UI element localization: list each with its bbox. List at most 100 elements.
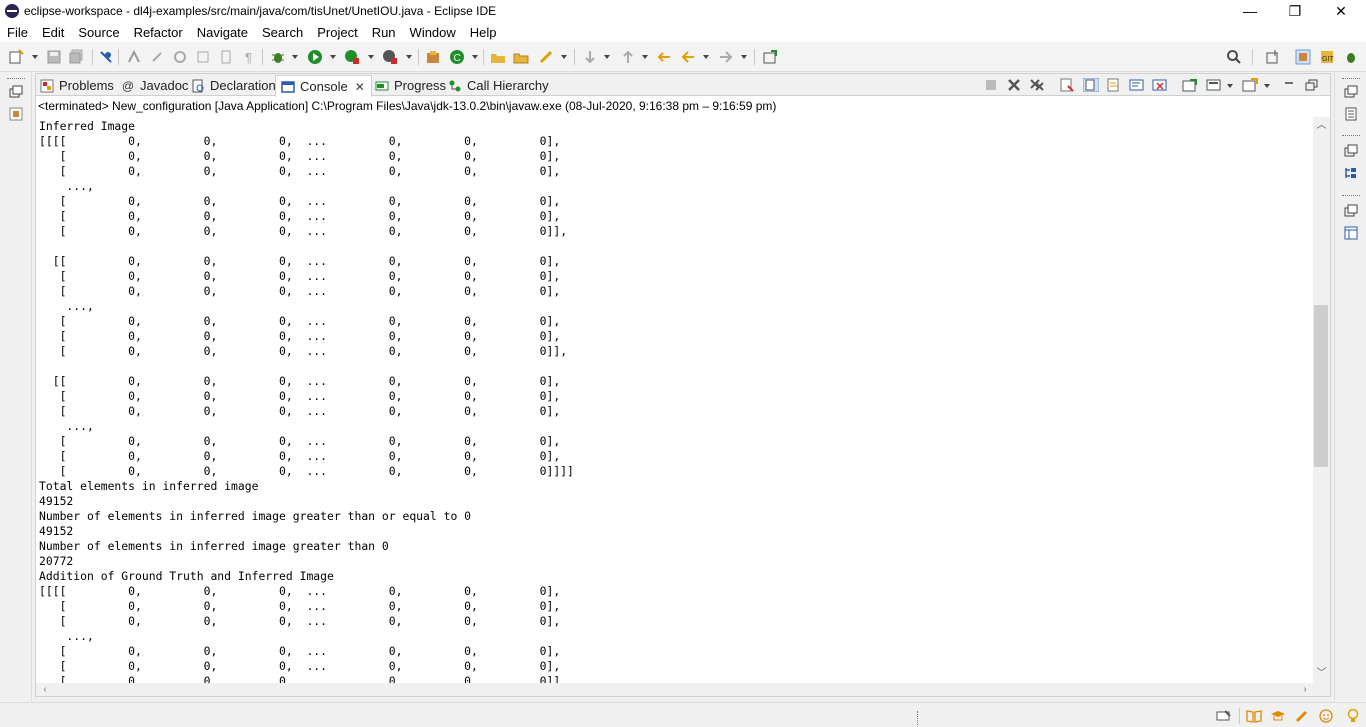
restore-view-icon[interactable] (1344, 204, 1358, 218)
console-horizontal-scrollbar[interactable]: ‹ › (36, 683, 1330, 696)
menu-refactor[interactable]: Refactor (127, 25, 190, 40)
restore-view-icon[interactable] (1344, 144, 1358, 158)
forward-icon[interactable] (718, 49, 734, 65)
remove-all-terminated-icon[interactable] (1029, 78, 1045, 92)
menu-help[interactable]: Help (463, 25, 504, 40)
tab-declaration[interactable]: Declaration (191, 75, 276, 96)
previous-edit-icon[interactable] (620, 49, 636, 65)
clear-console-icon[interactable] (1059, 78, 1075, 92)
git-perspective-icon[interactable]: GIT (1319, 49, 1335, 65)
external-tools-icon[interactable] (382, 49, 398, 65)
smiley-icon[interactable] (1318, 708, 1334, 724)
word-wrap-console-icon[interactable] (1106, 78, 1122, 92)
pin-editor-icon[interactable] (762, 49, 778, 65)
book-icon[interactable] (1246, 708, 1262, 724)
forward-dropdown-icon[interactable] (741, 55, 747, 59)
terminate-icon[interactable] (983, 78, 999, 92)
search-icon[interactable] (1226, 49, 1242, 65)
scrollbar-thumb[interactable] (1314, 305, 1328, 467)
trim-drag-handle[interactable] (1342, 195, 1360, 197)
scroll-left-icon[interactable]: ‹ (38, 683, 52, 696)
restore-button[interactable]: ❐ (1272, 0, 1318, 22)
scroll-lock-icon[interactable] (1083, 78, 1099, 92)
next-annotation-icon[interactable] (149, 49, 165, 65)
tab-javadoc[interactable]: @ Javadoc (121, 75, 189, 96)
back-dropdown-icon[interactable] (703, 55, 709, 59)
run-dropdown-icon[interactable] (330, 55, 336, 59)
debug-dropdown-icon[interactable] (292, 55, 298, 59)
word-wrap-icon[interactable] (218, 49, 234, 65)
java-perspective-icon[interactable] (1295, 49, 1311, 65)
graduation-cap-icon[interactable] (1270, 708, 1286, 724)
tab-console[interactable]: Console ✕ (275, 75, 372, 97)
toggle-annotation-icon[interactable] (126, 49, 142, 65)
skip-breakpoints-icon[interactable] (98, 49, 114, 65)
restore-view-icon[interactable] (9, 85, 23, 99)
scroll-down-icon[interactable]: ﹀ (1313, 667, 1330, 681)
menu-source[interactable]: Source (71, 25, 126, 40)
new-icon[interactable] (8, 49, 24, 65)
new-dropdown-icon[interactable] (32, 55, 38, 59)
debug-perspective-icon[interactable] (1343, 49, 1359, 65)
coverage-dropdown-icon[interactable] (368, 55, 374, 59)
run-icon[interactable] (307, 49, 323, 65)
open-task-icon[interactable] (513, 49, 529, 65)
pin-console-icon[interactable] (1182, 78, 1198, 92)
menu-run[interactable]: Run (365, 25, 403, 40)
tab-progress[interactable]: Progress (375, 75, 446, 96)
console-output[interactable]: Inferred Image [[[[ 0, 0, 0, ... 0, 0, 0… (38, 117, 1314, 683)
trim-drag-handle[interactable] (1342, 78, 1360, 80)
tab-call-hierarchy[interactable]: Call Hierarchy (448, 75, 549, 96)
coverage-icon[interactable] (344, 49, 360, 65)
tab-problems[interactable]: Problems (40, 75, 114, 96)
last-edit-location-icon[interactable] (656, 49, 672, 65)
trim-drag-handle[interactable] (1342, 135, 1360, 137)
show-console-on-output-icon[interactable] (1129, 78, 1145, 92)
menu-project[interactable]: Project (310, 25, 364, 40)
open-console-icon[interactable] (1242, 78, 1258, 92)
close-window-button[interactable]: ✕ (1318, 0, 1364, 22)
previous-edit-dropdown-icon[interactable] (642, 55, 648, 59)
minimize-button[interactable]: — (1227, 0, 1273, 22)
scroll-right-icon[interactable]: › (1298, 683, 1312, 696)
status-drag-handle[interactable] (917, 711, 919, 725)
properties-icon[interactable] (1344, 226, 1358, 240)
menu-navigate[interactable]: Navigate (190, 25, 255, 40)
restore-view-icon[interactable] (1344, 85, 1358, 99)
progress-status-icon[interactable] (1216, 708, 1232, 724)
open-console-dropdown-icon[interactable] (1264, 84, 1270, 88)
external-tools-dropdown-icon[interactable] (406, 55, 412, 59)
task-list-icon[interactable] (1344, 107, 1358, 121)
show-console-on-error-icon[interactable] (1152, 78, 1168, 92)
lightbulb-icon[interactable] (1345, 708, 1361, 724)
open-perspective-icon[interactable] (1265, 49, 1281, 65)
scroll-up-icon[interactable]: ︿ (1313, 119, 1330, 133)
remove-launch-icon[interactable] (1006, 78, 1022, 92)
display-console-dropdown-icon[interactable] (1227, 84, 1233, 88)
next-edit-icon[interactable] (582, 49, 598, 65)
menu-window[interactable]: Window (403, 25, 463, 40)
block-selection-icon[interactable] (195, 49, 211, 65)
show-whitespace-icon[interactable]: ¶ (241, 49, 257, 65)
open-type-icon[interactable] (490, 49, 506, 65)
prev-annotation-icon[interactable] (172, 49, 188, 65)
minimize-view-icon[interactable] (1281, 78, 1297, 92)
search-toolbar-icon[interactable] (538, 49, 554, 65)
display-selected-console-icon[interactable] (1206, 78, 1222, 92)
new-java-class-icon[interactable]: C (449, 49, 465, 65)
outline-icon[interactable] (1344, 166, 1358, 180)
pencil-icon[interactable] (1294, 708, 1310, 724)
save-all-icon[interactable] (68, 49, 84, 65)
trim-drag-handle[interactable] (7, 78, 25, 80)
new-class-dropdown-icon[interactable] (472, 55, 478, 59)
maximize-view-icon[interactable] (1304, 78, 1320, 92)
save-icon[interactable] (46, 49, 62, 65)
menu-search[interactable]: Search (255, 25, 310, 40)
new-java-package-icon[interactable] (425, 49, 441, 65)
menu-edit[interactable]: Edit (35, 25, 71, 40)
next-edit-dropdown-icon[interactable] (604, 55, 610, 59)
console-vertical-scrollbar[interactable]: ︿ ﹀ (1313, 117, 1330, 683)
package-explorer-icon[interactable] (9, 107, 23, 121)
menu-file[interactable]: File (0, 25, 35, 40)
debug-icon[interactable] (270, 49, 286, 65)
